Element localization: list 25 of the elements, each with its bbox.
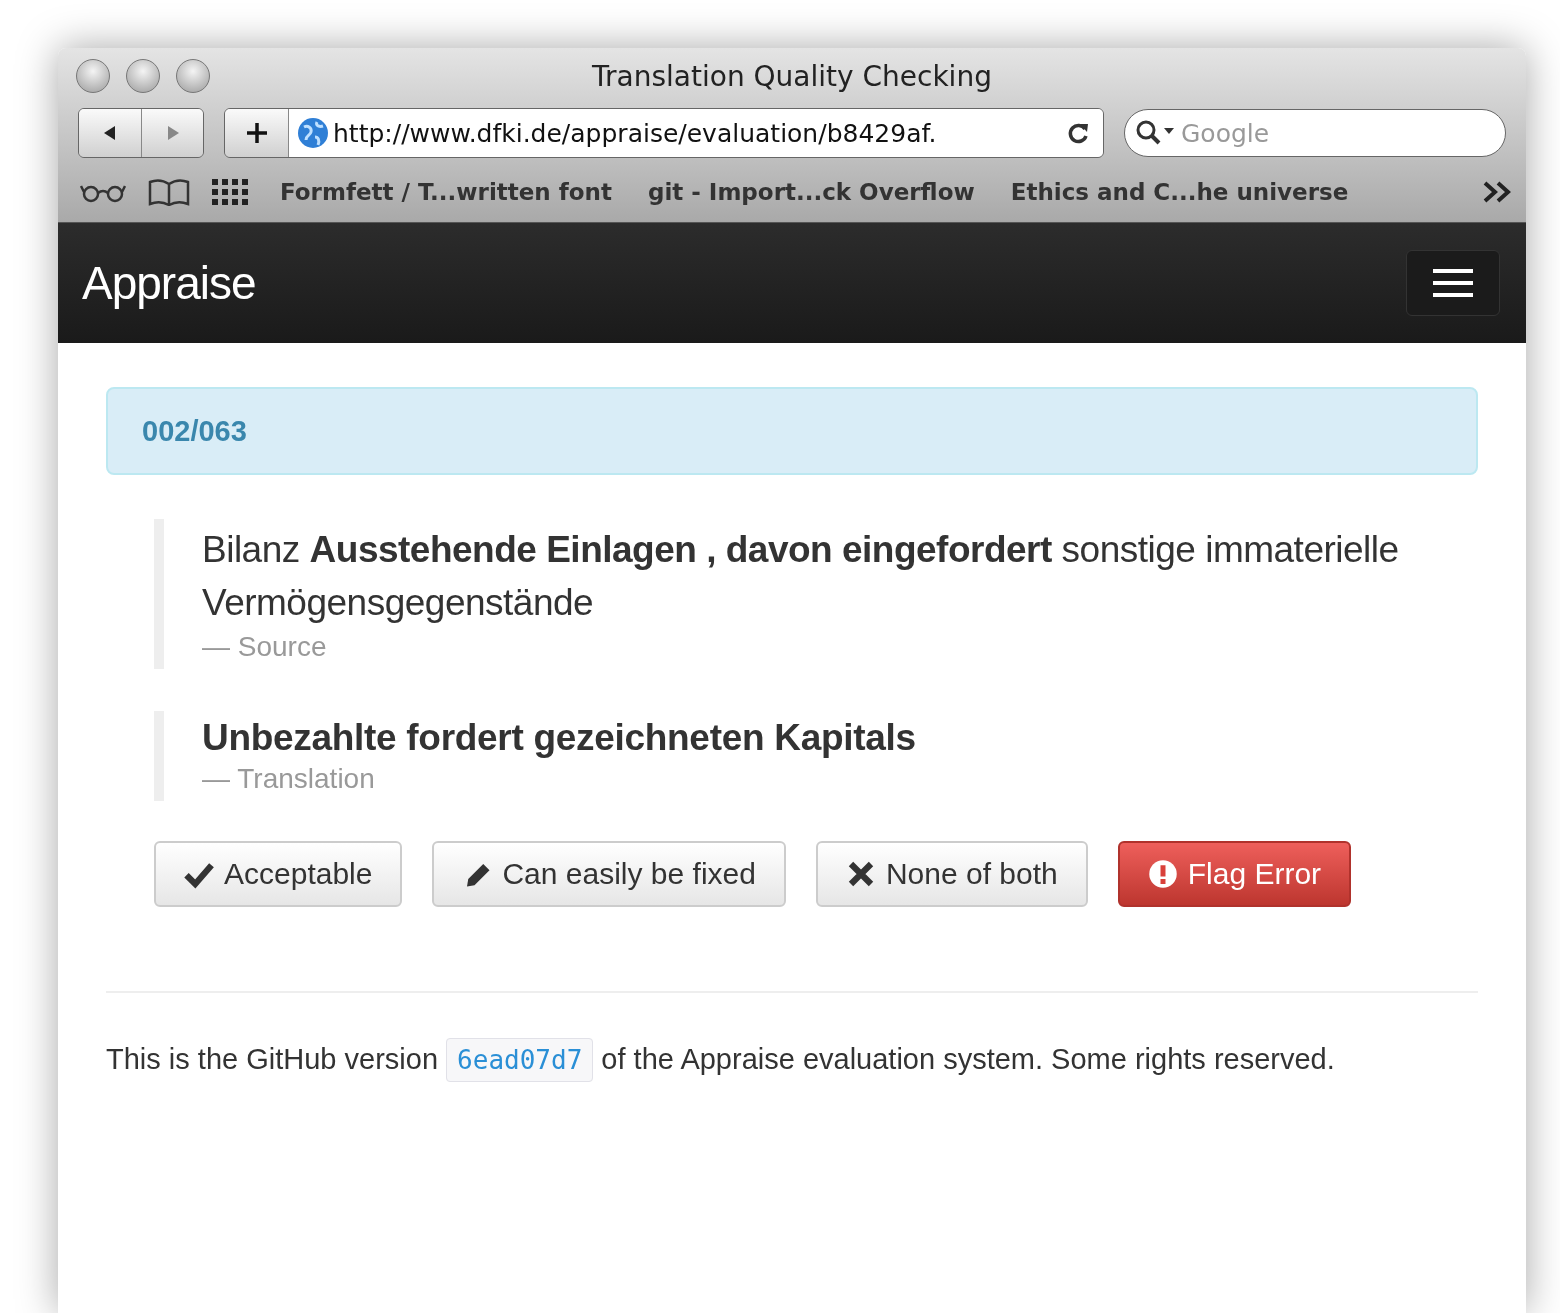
rating-button[interactable]: Acceptable [154, 841, 403, 907]
brand-link[interactable]: Appraise [82, 256, 256, 310]
menu-icon [1431, 267, 1475, 299]
version-code: 6ead07d7 [446, 1038, 594, 1082]
zoom-button[interactable] [176, 59, 210, 93]
back-button[interactable] [79, 109, 141, 157]
close-button[interactable] [76, 59, 110, 93]
book-icon[interactable] [148, 178, 190, 206]
caption: — Source [202, 631, 328, 663]
window-title: Translation Quality Checking [591, 59, 993, 93]
bookmark-link[interactable]: Formfett / T...written font [280, 179, 612, 205]
minimize-button[interactable] [126, 59, 160, 93]
translation-text: Unbezahlte fordert gezeichneten Kapitals [202, 716, 917, 760]
caption: — Translation [202, 763, 376, 795]
bookmark-link[interactable]: Ethics and C...he universe [1010, 179, 1349, 205]
flag-error-button[interactable]: Flag Error [1117, 841, 1352, 907]
menu-button[interactable] [1406, 250, 1500, 316]
search-field[interactable]: Google [1124, 109, 1506, 157]
progress-counter: 002/063 [142, 414, 247, 448]
exclamation-icon [1147, 859, 1178, 889]
bookmark-link[interactable]: git - Import...ck Overflow [647, 179, 975, 205]
grid-icon[interactable] [212, 179, 248, 205]
source-text: Bilanz Ausstehende Einlagen , davon eingefordert sonstige immaterielle Vermögensgegenstände [202, 528, 1400, 625]
rating-button[interactable]: None of both [815, 841, 1088, 907]
rating-button[interactable]: Can easily be fixed [432, 841, 786, 907]
